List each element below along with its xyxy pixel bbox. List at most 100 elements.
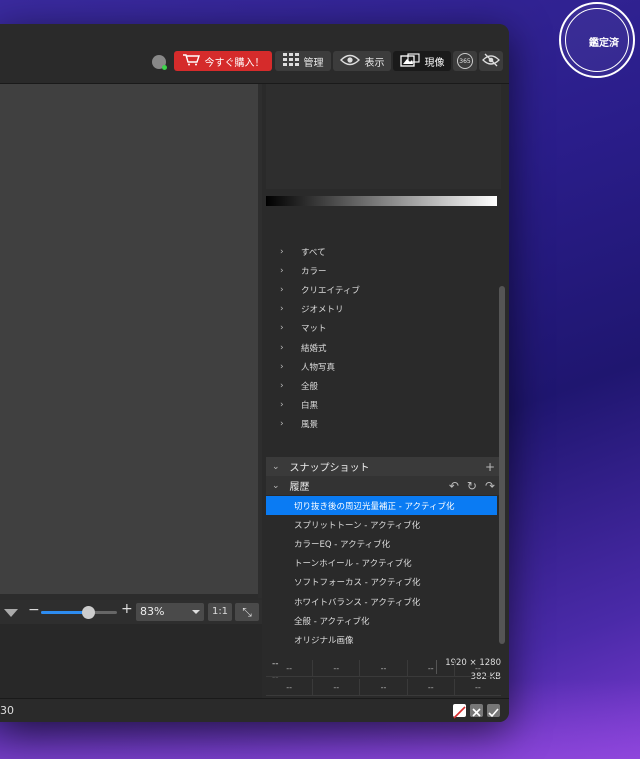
chevron-right-icon: ›	[280, 304, 284, 315]
exif-grid-cell: --	[313, 660, 361, 677]
history-item[interactable]: スプリットトーン - アクティブ化	[266, 515, 497, 534]
exif-grid-cell: --	[266, 679, 314, 696]
chevron-down-icon: ⌄	[272, 461, 280, 472]
grid-icon	[282, 52, 299, 70]
zoom-value: 83%	[140, 605, 165, 618]
history-title: 履歴	[289, 482, 310, 493]
chevron-right-icon: ›	[280, 246, 284, 257]
reject-flag-icon[interactable]	[453, 704, 466, 719]
fit-window-button[interactable]: ⤡	[235, 603, 259, 621]
scrollbar[interactable]	[499, 286, 505, 644]
redo-icon[interactable]: ↷	[485, 479, 495, 493]
toolbar: 今すぐ購入！ 管理 表示 現像 365	[0, 24, 509, 84]
exif-grid-row: -- -- -- -- --	[266, 679, 502, 696]
preset-item[interactable]: › カラー	[266, 261, 497, 280]
history-item[interactable]: 全般 - アクティブ化	[266, 611, 497, 630]
zoom-slider-fill	[41, 611, 89, 614]
history-item[interactable]: ソフトフォーカス - アクティブ化	[266, 573, 497, 592]
badge-label: 鑑定済	[589, 38, 619, 49]
zoom-bar: − + 83% 1:1 ⤡	[0, 600, 262, 624]
buy-now-label: 今すぐ購入！	[204, 57, 265, 69]
preset-item-label: 人物写真	[301, 362, 336, 373]
exif-grid-cell: --	[407, 660, 455, 677]
zoom-select[interactable]: 83%	[136, 603, 204, 621]
history-item[interactable]: オリジナル画像	[266, 630, 497, 649]
chevron-right-icon: ›	[280, 265, 284, 276]
preset-item-label: すべて	[301, 247, 326, 258]
preset-item-label: ジオメトリ	[301, 305, 344, 316]
undo-icon[interactable]: ↶	[449, 479, 459, 493]
develop-icon	[399, 52, 420, 70]
chevron-down-icon: ⌄	[272, 480, 280, 491]
exif-grid-cell: --	[313, 679, 361, 696]
zoom-slider-knob[interactable]	[82, 606, 96, 619]
develop-button[interactable]: 現像	[393, 51, 451, 71]
history-item[interactable]: カラーEQ - アクティブ化	[266, 534, 497, 553]
preset-item[interactable]: › マット	[266, 319, 497, 338]
buy-now-button[interactable]: 今すぐ購入！	[174, 51, 272, 71]
verified-apple-logo: 鑑定済	[559, 2, 635, 78]
view-button[interactable]: 表示	[333, 51, 391, 71]
clear-flag-icon[interactable]	[470, 704, 483, 717]
history-item[interactable]: 切り抜き後の周辺光量補正 - アクティブ化	[266, 496, 497, 516]
chevron-right-icon: ›	[280, 380, 284, 391]
preset-list: › すべて › カラー › クリエイティブ › ジオメトリ › マット › 結婚式 › 人物写真 › 全般 › 白…	[266, 242, 497, 434]
chevron-right-icon: ›	[280, 342, 284, 353]
preset-item-label: 風景	[301, 420, 319, 431]
manage-label: 管理	[303, 57, 324, 69]
status-count: 30	[0, 704, 14, 717]
preset-item[interactable]: › 白黒	[266, 396, 497, 415]
preset-item[interactable]: › 結婚式	[266, 338, 497, 357]
status-bar: 30	[0, 698, 509, 722]
user-account-icon[interactable]	[152, 55, 167, 70]
zoom-slider[interactable]	[41, 606, 117, 619]
filmstrip-area	[0, 624, 262, 698]
eye-icon	[339, 54, 360, 69]
triangle-down-icon[interactable]	[4, 609, 18, 617]
history-section-header[interactable]: ⌄ 履歴 ↶ ↻ ↷	[266, 476, 501, 495]
preset-item[interactable]: › 風景	[266, 415, 497, 434]
exif-grid-cell: --	[266, 660, 314, 677]
chevron-right-icon: ›	[280, 419, 284, 430]
expand-diagonal-icon: ⤡	[242, 605, 252, 619]
chevron-right-icon: ›	[280, 323, 284, 334]
manage-button[interactable]: 管理	[275, 51, 331, 71]
preset-item-label: クリエイティブ	[301, 285, 360, 296]
preset-item[interactable]: › ジオメトリ	[266, 300, 497, 319]
exif-grid-cell: --	[360, 660, 408, 677]
preset-item[interactable]: › クリエイティブ	[266, 280, 497, 299]
exif-grid-cell: --	[407, 679, 455, 696]
exif-grid-cell: --	[360, 679, 408, 696]
eye-slash-icon	[482, 53, 500, 70]
preset-item-label: 結婚式	[301, 343, 327, 354]
reset-icon[interactable]: ↻	[467, 479, 477, 493]
histogram	[266, 84, 501, 189]
history-item[interactable]: トーンホイール - アクティブ化	[266, 554, 497, 573]
history-item[interactable]: ホワイトバランス - アクティブ化	[266, 592, 497, 611]
online-view-button[interactable]	[479, 51, 503, 71]
preset-item[interactable]: › 全般	[266, 376, 497, 395]
photo365-button[interactable]: 365	[453, 51, 477, 71]
preset-item-label: 白黒	[301, 401, 319, 412]
zoom-out-button[interactable]: −	[28, 602, 40, 618]
chevron-right-icon: ›	[280, 400, 284, 411]
exif-grid-cell: --	[454, 679, 502, 696]
cart-icon	[182, 53, 200, 69]
preset-item-label: マット	[301, 324, 327, 335]
actual-size-button[interactable]: 1:1	[208, 603, 232, 621]
pick-flag-icon[interactable]	[487, 704, 500, 718]
exif-grid-cell: --	[454, 660, 502, 677]
canvas-frame	[0, 84, 262, 598]
develop-label: 現像	[424, 57, 445, 69]
history-list: 切り抜き後の周辺光量補正 - アクティブ化 スプリットトーン - アクティブ化 カラ…	[266, 496, 497, 650]
plus-icon[interactable]: +	[485, 460, 495, 474]
snapshot-section-header[interactable]: ⌄ スナップショット +	[266, 457, 501, 476]
chevron-right-icon: ›	[280, 284, 284, 295]
zoom-in-button[interactable]: +	[121, 601, 133, 617]
exif-grid-row: -- -- -- -- --	[266, 660, 502, 677]
photo365-icon: 365	[457, 53, 473, 69]
preset-item[interactable]: › すべて	[266, 242, 497, 261]
preset-item-label: カラー	[301, 266, 327, 277]
chevron-right-icon: ›	[280, 361, 284, 372]
preset-item[interactable]: › 人物写真	[266, 357, 497, 376]
